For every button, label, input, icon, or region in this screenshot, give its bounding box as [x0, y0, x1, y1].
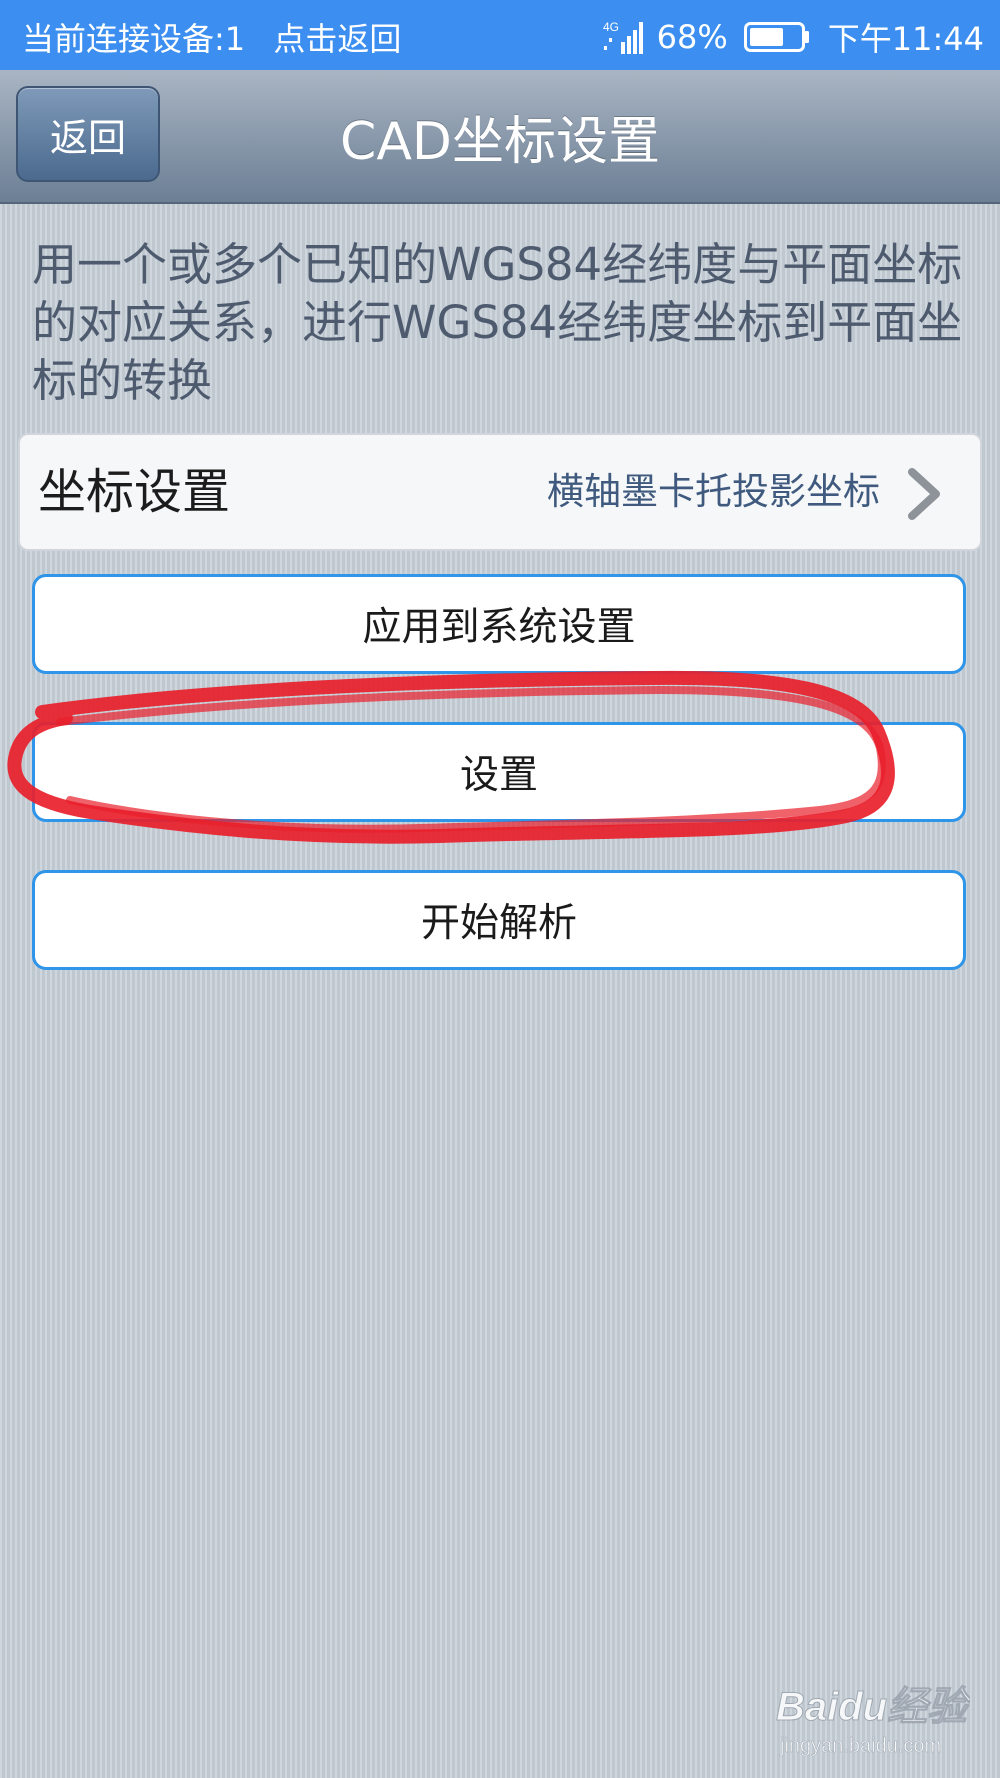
description-text: 用一个或多个已知的WGS84经纬度与平面坐标的对应关系，进行WGS84经纬度坐标… [32, 238, 963, 407]
signal-icon: 4G [603, 20, 643, 54]
network-type: 4G [603, 20, 619, 34]
coord-setting-row[interactable]: 坐标设置 横轴墨卡托投影坐标 [18, 433, 982, 551]
status-bar: 当前连接设备:1 点击返回 4G 68% 下午11:44 [0, 0, 1000, 70]
battery-fill [749, 28, 783, 46]
clock: 下午11:44 [827, 20, 984, 58]
connection-status: 当前连接设备:1 [22, 20, 246, 58]
start-parse-button[interactable]: 开始解析 [32, 870, 966, 970]
battery-percent: 68% [656, 18, 728, 56]
status-left: 当前连接设备:1 点击返回 [22, 14, 419, 60]
title-bar: CAD坐标设置 返回 [0, 70, 1000, 204]
coord-setting-value: 横轴墨卡托投影坐标 [547, 470, 880, 513]
settings-button[interactable]: 设置 [32, 722, 966, 822]
status-right: 4G 68% 下午11:44 [603, 14, 984, 60]
coord-setting-label: 坐标设置 [38, 464, 231, 520]
apply-to-system-button[interactable]: 应用到系统设置 [32, 574, 966, 674]
battery-icon [743, 22, 809, 52]
back-hint-link[interactable]: 点击返回 [273, 20, 401, 58]
baidu-jingyan-watermark: Baidu经验 jingyan.baidu.com [776, 1685, 971, 1758]
back-button[interactable]: 返回 [16, 86, 160, 182]
chevron-right-icon [908, 468, 940, 520]
watermark-brand: Baidu经验 [776, 1685, 970, 1729]
watermark-url: jingyan.baidu.com [779, 1735, 941, 1757]
